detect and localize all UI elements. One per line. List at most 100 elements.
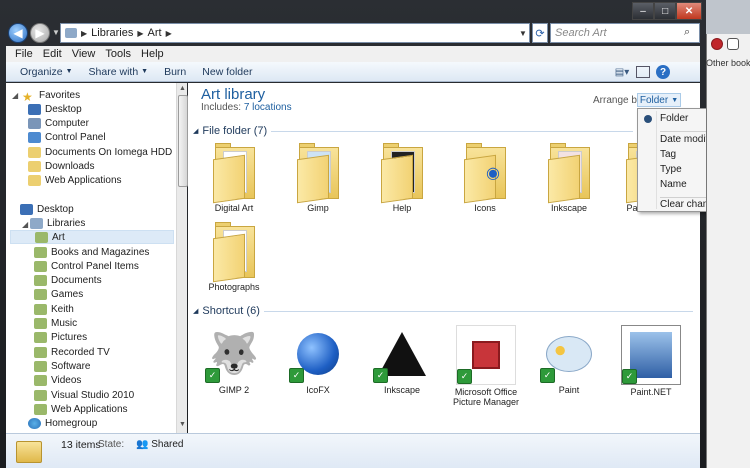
sidebar-item-computer[interactable]: Computer xyxy=(28,116,89,130)
sidebar-item-label: Web Applications xyxy=(45,174,122,186)
shortcut-item[interactable]: ✓ Paint.NET xyxy=(615,325,687,397)
address-bar[interactable]: ▶ Libraries ▶ Art ▶ xyxy=(60,23,530,43)
item-label: Inkscape xyxy=(550,203,588,213)
menu-bar: File Edit View Tools Help xyxy=(6,46,700,62)
scroll-down-icon[interactable]: ▼ xyxy=(179,421,186,428)
sidebar-item-games[interactable]: Games xyxy=(34,287,83,301)
breadcrumb-chevron-icon[interactable]: ▶ xyxy=(166,29,172,38)
folder-item[interactable]: Help xyxy=(366,143,438,213)
shortcut-item[interactable]: ✓ Inkscape xyxy=(366,325,438,395)
help-icon[interactable]: ? xyxy=(656,65,670,79)
desktop-icon xyxy=(28,103,41,115)
folder-item[interactable]: Digital Art xyxy=(198,143,270,213)
breadcrumb-libraries[interactable]: Libraries xyxy=(91,27,133,39)
folder-item[interactable]: Gimp xyxy=(282,143,354,213)
preview-pane-icon[interactable] xyxy=(636,66,650,78)
shortcut-item[interactable]: ✓ Paint xyxy=(533,325,605,395)
folder-item[interactable]: ◉ Icons xyxy=(449,143,521,213)
opera-icon[interactable] xyxy=(711,38,723,50)
chevron-down-icon: ▼ xyxy=(141,68,149,75)
shortcut-item[interactable]: 🐺 ✓ GIMP 2 xyxy=(198,325,270,395)
search-input[interactable]: Search Art xyxy=(550,23,700,43)
menu-item-folder[interactable]: Folder xyxy=(660,113,688,124)
sidebar-item-label: Books and Magazines xyxy=(51,246,150,258)
forward-button[interactable]: ▶ xyxy=(30,23,50,43)
library-icon xyxy=(34,246,47,258)
organize-button[interactable]: Organize ▼ xyxy=(12,66,81,78)
library-icon xyxy=(16,441,42,463)
sidebar-item-favorites[interactable]: ★ Favorites xyxy=(22,88,80,104)
sidebar-item-web-applications[interactable]: Web Applications xyxy=(28,173,122,187)
sidebar-item-label: Control Panel Items xyxy=(51,260,139,272)
menu-help[interactable]: Help xyxy=(136,48,169,60)
shortcut-item[interactable]: ✓ Microsoft Office Picture Manager xyxy=(450,325,522,407)
sidebar-item-desktop[interactable]: Desktop xyxy=(28,102,82,116)
breadcrumb-art[interactable]: Art xyxy=(148,27,162,39)
folder-item[interactable]: Photographs xyxy=(198,222,270,292)
sidebar-item-art[interactable]: Art xyxy=(10,230,174,244)
refresh-icon[interactable]: ⟳ xyxy=(532,23,548,43)
group-header-shortcuts[interactable]: ◢ Shortcut (6) xyxy=(193,305,693,317)
sidebar-item-documents[interactable]: Documents xyxy=(34,273,102,287)
group-header-folders[interactable]: ◢ File folder (7) xyxy=(193,125,633,137)
minimize-button[interactable]: – xyxy=(632,2,655,20)
sidebar-item-control-panel-items[interactable]: Control Panel Items xyxy=(34,259,139,273)
collapse-icon[interactable]: ◢ xyxy=(22,220,28,229)
burn-button[interactable]: Burn xyxy=(156,66,194,78)
search-icon[interactable]: ⌕ xyxy=(684,26,690,39)
share-with-button[interactable]: Share with ▼ xyxy=(81,66,157,78)
sidebar-item-control-panel[interactable]: Control Panel xyxy=(28,130,106,144)
sidebar-item-label: Web Applications xyxy=(51,403,128,415)
navigation-pane-scrollbar[interactable]: ▲ ▼ xyxy=(176,83,188,433)
menu-item-type[interactable]: Type xyxy=(660,164,682,175)
sidebar-item-desktop-root[interactable]: Desktop xyxy=(20,202,74,216)
item-label: Microsoft Office Picture Manager xyxy=(452,387,520,407)
menu-item-name[interactable]: Name xyxy=(660,179,687,190)
sidebar-item-software[interactable]: Software xyxy=(34,359,90,373)
view-controls: ▤▾ ? xyxy=(614,64,694,80)
sidebar-item-libraries[interactable]: Libraries xyxy=(30,216,85,230)
address-dropdown-icon[interactable]: ▼ xyxy=(516,23,530,43)
collapse-icon[interactable]: ◢ xyxy=(12,91,18,100)
collapse-icon: ◢ xyxy=(193,308,199,315)
back-button[interactable]: ◀ xyxy=(8,23,28,43)
sidebar-item-recorded-tv[interactable]: Recorded TV xyxy=(34,345,110,359)
menu-file[interactable]: File xyxy=(10,48,38,60)
menu-tools[interactable]: Tools xyxy=(100,48,136,60)
sidebar-item-music[interactable]: Music xyxy=(34,316,77,330)
sidebar-item-visual-studio[interactable]: Visual Studio 2010 xyxy=(34,388,134,402)
shortcut-check-icon: ✓ xyxy=(540,368,555,383)
sidebar-item-web-apps-lib[interactable]: Web Applications xyxy=(34,402,128,416)
menu-edit[interactable]: Edit xyxy=(38,48,67,60)
shortcut-item[interactable]: ✓ IcoFX xyxy=(282,325,354,395)
menu-view[interactable]: View xyxy=(67,48,101,60)
library-includes: Includes: 7 locations xyxy=(201,102,292,113)
change-view-icon[interactable]: ▤▾ xyxy=(614,65,630,79)
sidebar-item-downloads[interactable]: Downloads xyxy=(28,159,94,173)
gimp-icon: 🐺 ✓ xyxy=(205,325,263,383)
sidebar-item-pictures[interactable]: Pictures xyxy=(34,330,87,344)
folder-item[interactable]: Inkscape xyxy=(533,143,605,213)
sidebar-item-videos[interactable]: Videos xyxy=(34,373,81,387)
sidebar-item-keith[interactable]: Keith xyxy=(34,302,74,316)
maximize-button[interactable]: □ xyxy=(654,2,677,20)
sidebar-item-books[interactable]: Books and Magazines xyxy=(34,245,149,259)
breadcrumb-chevron-icon[interactable]: ▶ xyxy=(81,29,87,38)
breadcrumb-chevron-icon[interactable]: ▶ xyxy=(137,29,143,38)
sidebar-item-documents-iomega[interactable]: Documents On Iomega HDD xyxy=(28,145,172,159)
close-button[interactable]: ✕ xyxy=(676,2,702,20)
folder-icon xyxy=(546,143,592,204)
shortcut-check-icon: ✓ xyxy=(289,368,304,383)
new-folder-button[interactable]: New folder xyxy=(194,66,260,78)
locations-link[interactable]: 7 locations xyxy=(244,102,292,113)
scroll-up-icon[interactable]: ▲ xyxy=(179,85,186,92)
scrollbar-thumb[interactable] xyxy=(178,95,188,187)
library-icon xyxy=(35,231,48,243)
arrange-by-dropdown[interactable]: Folder ▼ xyxy=(637,93,681,107)
recent-pages-dropdown[interactable]: ▼ xyxy=(52,28,60,37)
sidebar-item-homegroup[interactable]: Homegroup xyxy=(28,416,97,430)
page-icon[interactable] xyxy=(727,38,739,50)
icofx-icon: ✓ xyxy=(289,325,347,383)
other-bookmarks[interactable]: Other bookm xyxy=(706,58,750,68)
menu-item-tag[interactable]: Tag xyxy=(660,149,676,160)
